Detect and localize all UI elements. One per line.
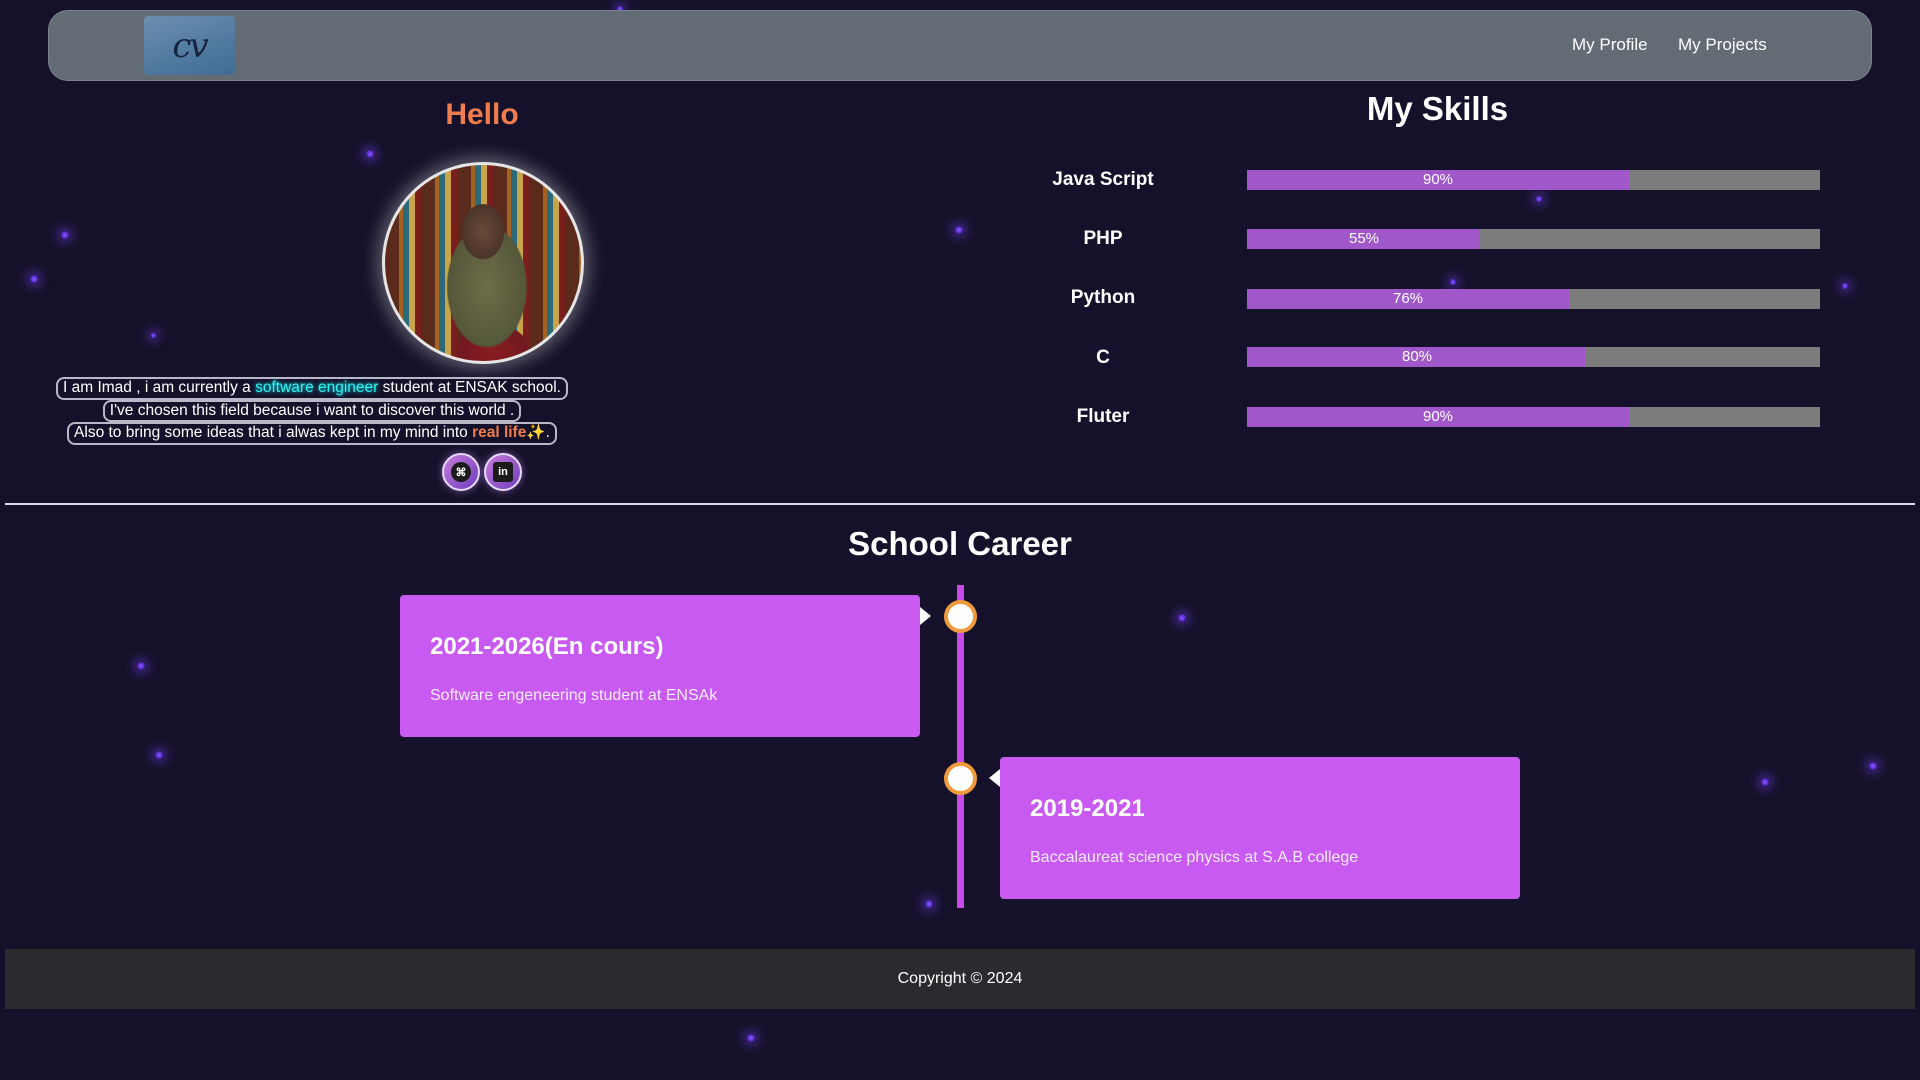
skill-percent: 90%	[1422, 171, 1454, 188]
navbar: cv My Profile My Projects	[48, 10, 1872, 81]
profile-photo	[382, 162, 584, 364]
skill-label: Fluter	[1076, 406, 1130, 427]
skill-bar: 55%	[1247, 229, 1820, 249]
cv-logo[interactable]: cv	[144, 16, 235, 75]
timeline-arrow	[920, 607, 931, 625]
bio-highlight-real-life: real life	[472, 424, 527, 441]
nav-link-my-profile[interactable]: My Profile	[1572, 35, 1648, 55]
timeline-card: 2019-2021 Baccalaureat science physics a…	[1000, 757, 1520, 899]
section-divider	[5, 503, 1915, 505]
skill-bar: 90%	[1247, 170, 1820, 190]
copyright-text: Copyright © 2024	[897, 970, 1023, 987]
background-star	[954, 225, 964, 235]
footer: Copyright © 2024	[5, 949, 1915, 1009]
timeline-arrow	[989, 769, 1000, 787]
background-star	[154, 750, 164, 760]
timeline-description: Software engeneering student at ENSAk	[430, 687, 718, 704]
career-heading: School Career	[848, 525, 1072, 562]
skill-percent: 55%	[1348, 230, 1380, 247]
bio-line-2: I've chosen this field because i want to…	[102, 399, 522, 422]
skill-bar: 76%	[1247, 289, 1820, 309]
background-star	[1449, 278, 1457, 286]
linkedin-button[interactable]: in	[484, 453, 522, 491]
github-button[interactable]: ⌘	[442, 453, 480, 491]
skills-heading: My Skills	[1366, 90, 1509, 127]
timeline-period: 2021-2026(En cours)	[430, 633, 664, 660]
bio-highlight-software-engineer: software engineer	[255, 379, 379, 396]
nav-link-my-projects[interactable]: My Projects	[1678, 35, 1767, 55]
background-star	[1177, 613, 1187, 623]
linkedin-icon: in	[493, 462, 513, 482]
skill-label: Java Script	[1052, 169, 1154, 190]
skill-percent: 80%	[1401, 348, 1433, 365]
background-star	[1868, 761, 1878, 771]
bio-line-3: Also to bring some ideas that i alwas ke…	[67, 422, 557, 445]
background-star	[136, 661, 146, 671]
skill-bar: 90%	[1247, 407, 1820, 427]
background-star	[365, 149, 375, 159]
bio-line-1: I am Imad , i am currently a software en…	[56, 377, 568, 400]
bio-line-1-end: student at ENSAK school.	[378, 379, 561, 396]
timeline-dot	[944, 762, 977, 795]
timeline-card: 2021-2026(En cours) Software engeneering…	[400, 595, 920, 737]
logo-text: cv	[172, 25, 208, 66]
background-star	[60, 230, 70, 240]
background-star	[1535, 195, 1543, 203]
skill-bar: 80%	[1247, 347, 1820, 367]
bio-line-3-end: .	[545, 424, 550, 441]
timeline-line	[957, 585, 964, 908]
sparkles-icon: ✨	[526, 424, 546, 441]
background-star	[150, 332, 157, 339]
skill-percent: 76%	[1392, 290, 1424, 307]
bio-text: I am Imad , i am currently a software en…	[48, 377, 576, 445]
bio-line-3-start: Also to bring some ideas that i alwas ke…	[74, 424, 473, 441]
skill-percent: 90%	[1422, 408, 1454, 425]
background-star	[1760, 777, 1770, 787]
background-star	[746, 1033, 756, 1043]
background-star	[1841, 282, 1849, 290]
github-icon: ⌘	[451, 462, 471, 482]
bio-line-1-start: I am Imad , i am currently a	[63, 379, 256, 396]
skill-label: C	[1096, 347, 1110, 368]
timeline-period: 2019-2021	[1030, 795, 1145, 822]
timeline-dot	[944, 600, 977, 633]
timeline-description: Baccalaureat science physics at S.A.B co…	[1030, 849, 1359, 866]
greeting-heading: Hello	[445, 98, 519, 131]
skill-label: Python	[1070, 287, 1136, 308]
background-star	[924, 899, 934, 909]
skill-label: PHP	[1083, 228, 1123, 249]
background-star	[29, 274, 39, 284]
